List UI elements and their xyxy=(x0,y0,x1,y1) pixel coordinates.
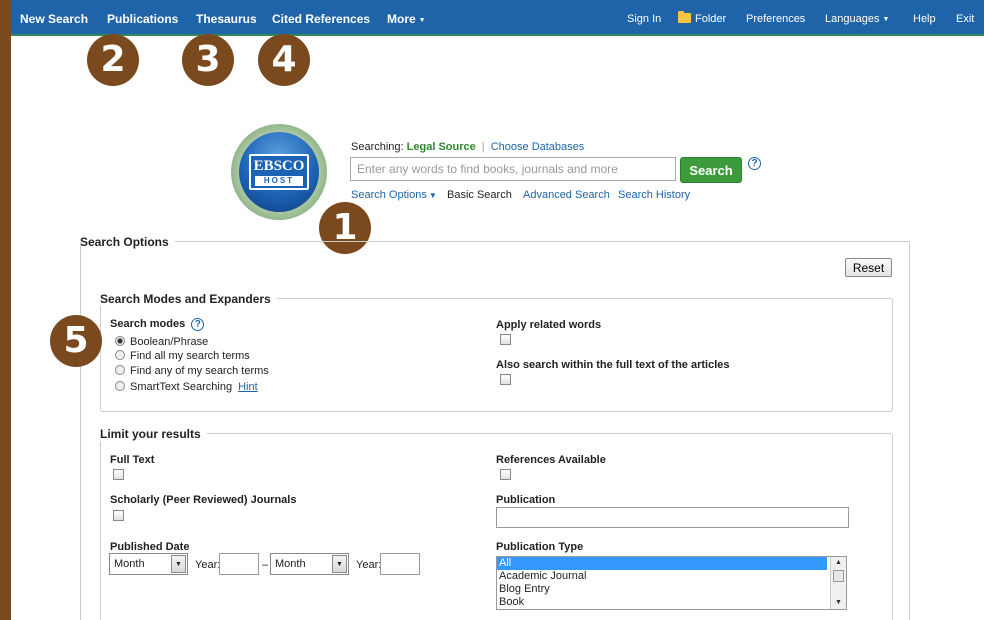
mode-find-any[interactable]: Find any of my search terms xyxy=(115,365,269,377)
logo-wordmark: EBSCO HOST xyxy=(249,154,309,190)
top-navigation-bar: New Search Publications Thesaurus Cited … xyxy=(11,0,984,36)
callout-badge-5: 5 xyxy=(50,315,102,367)
scroll-up-icon[interactable]: ▲ xyxy=(831,557,846,569)
search-options-label: Search Options xyxy=(351,189,427,201)
publication-label: Publication xyxy=(496,494,556,506)
from-month-select[interactable]: Month ▼ xyxy=(109,553,188,575)
publication-type-label: Publication Type xyxy=(496,541,584,553)
nav-cited-references[interactable]: Cited References xyxy=(272,12,370,26)
nav-folder[interactable]: Folder xyxy=(678,11,727,25)
help-icon[interactable]: ? xyxy=(748,157,761,170)
nav-new-search[interactable]: New Search xyxy=(20,12,88,26)
scholarly-journals-label: Scholarly (Peer Reviewed) Journals xyxy=(110,494,297,506)
nav-preferences[interactable]: Preferences xyxy=(746,13,805,25)
hint-link[interactable]: Hint xyxy=(238,381,258,393)
apply-related-words-checkbox[interactable] xyxy=(500,334,511,345)
scroll-down-icon[interactable]: ▼ xyxy=(831,597,846,609)
limit-results-title: Limit your results xyxy=(100,427,207,441)
callout-badge-3: 3 xyxy=(182,34,234,86)
radio-icon xyxy=(115,350,125,360)
publication-input[interactable] xyxy=(496,507,849,528)
dropdown-arrow-icon: ▼ xyxy=(171,555,186,573)
list-item[interactable]: Book xyxy=(497,596,846,609)
nav-sign-in[interactable]: Sign In xyxy=(627,13,661,25)
nav-languages-label: Languages xyxy=(825,13,880,25)
callout-badge-4: 4 xyxy=(258,34,310,86)
advanced-search-link[interactable]: Advanced Search xyxy=(523,189,610,201)
nav-folder-label: Folder xyxy=(695,13,727,25)
also-search-full-text-checkbox[interactable] xyxy=(500,374,511,385)
references-available-checkbox[interactable] xyxy=(500,469,511,480)
mode-label: SmartText Searching xyxy=(130,381,233,393)
from-year-label: Year: xyxy=(195,559,221,571)
apply-related-words-label: Apply related words xyxy=(496,319,602,331)
to-year-input[interactable] xyxy=(380,553,420,575)
from-year-input[interactable] xyxy=(219,553,259,575)
radio-icon xyxy=(115,365,125,375)
help-icon[interactable]: ? xyxy=(191,318,205,331)
to-year-label: Year: xyxy=(356,559,382,571)
radio-icon xyxy=(115,381,125,391)
list-item[interactable]: Academic Journal xyxy=(497,570,846,583)
chevron-down-icon: ▼ xyxy=(418,17,426,24)
mode-find-all[interactable]: Find all my search terms xyxy=(115,350,250,362)
searching-line: Searching: Legal Source | Choose Databas… xyxy=(351,141,584,153)
listbox-scrollbar[interactable]: ▲ ▼ xyxy=(830,557,846,609)
folder-icon xyxy=(678,11,691,23)
basic-search-tab[interactable]: Basic Search xyxy=(447,189,512,201)
dropdown-arrow-icon: ▼ xyxy=(332,555,347,573)
caret-down-icon: ▼ xyxy=(428,191,437,200)
to-month-value: Month xyxy=(275,558,306,570)
logo-globe: EBSCO HOST xyxy=(239,132,319,212)
nav-thesaurus[interactable]: Thesaurus xyxy=(196,12,257,26)
mode-smarttext[interactable]: SmartText Searching Hint xyxy=(115,381,258,393)
logo-line-2: HOST xyxy=(255,176,303,186)
mode-label: Boolean/Phrase xyxy=(130,336,209,348)
full-text-label: Full Text xyxy=(110,454,155,466)
page-frame: New Search Publications Thesaurus Cited … xyxy=(11,0,984,620)
list-item[interactable]: Blog Entry xyxy=(497,583,846,596)
full-text-checkbox[interactable] xyxy=(113,469,124,480)
search-options-link[interactable]: Search Options ▼ xyxy=(351,189,437,201)
search-history-link[interactable]: Search History xyxy=(618,189,690,201)
search-modes-title: Search Modes and Expanders xyxy=(100,292,277,306)
separator: | xyxy=(481,141,485,153)
scholarly-journals-checkbox[interactable] xyxy=(113,510,124,521)
to-month-select[interactable]: Month ▼ xyxy=(270,553,349,575)
publication-type-listbox[interactable]: All Academic Journal Blog Entry Book ▲ ▼ xyxy=(496,556,847,610)
searching-label: Searching: xyxy=(351,141,404,153)
reset-button[interactable]: Reset xyxy=(845,258,892,277)
chevron-down-icon: ▼ xyxy=(882,16,890,23)
list-item[interactable]: All xyxy=(497,557,827,570)
nav-help[interactable]: Help xyxy=(913,13,936,25)
nav-publications[interactable]: Publications xyxy=(107,12,178,26)
search-input[interactable] xyxy=(350,157,676,181)
search-modes-label: Search modes ? xyxy=(110,318,205,331)
scroll-thumb[interactable] xyxy=(833,570,844,582)
ebscohost-logo: EBSCO HOST xyxy=(231,124,327,220)
date-range-dash: – xyxy=(262,559,269,571)
nav-exit[interactable]: Exit xyxy=(956,13,974,25)
nav-languages[interactable]: Languages ▼ xyxy=(825,13,889,25)
published-date-label: Published Date xyxy=(110,541,190,553)
mode-label: Find all my search terms xyxy=(130,350,250,362)
nav-more-label: More xyxy=(387,12,416,26)
mode-boolean-phrase[interactable]: Boolean/Phrase xyxy=(115,336,208,348)
search-button[interactable]: Search xyxy=(680,157,742,183)
mode-label: Find any of my search terms xyxy=(130,365,269,377)
also-search-full-text-label: Also search within the full text of the … xyxy=(496,359,730,371)
from-month-value: Month xyxy=(114,558,145,570)
choose-databases-link[interactable]: Choose Databases xyxy=(491,141,585,153)
logo-line-1: EBSCO xyxy=(253,158,305,174)
callout-badge-2: 2 xyxy=(87,34,139,86)
radio-selected-icon xyxy=(115,336,125,346)
nav-more[interactable]: More ▼ xyxy=(387,12,426,26)
search-modes-text: Search modes xyxy=(110,318,186,330)
database-name: Legal Source xyxy=(406,141,476,153)
references-available-label: References Available xyxy=(496,454,606,466)
